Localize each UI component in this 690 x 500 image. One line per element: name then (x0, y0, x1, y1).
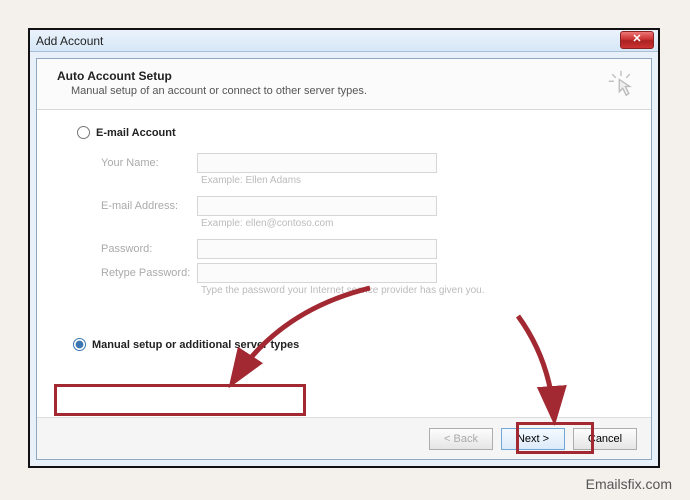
retype-label: Retype Password: (101, 267, 197, 279)
header-title: Auto Account Setup (57, 69, 635, 83)
email-label: E-mail Address: (101, 200, 197, 212)
cursor-icon (607, 69, 635, 97)
back-button: < Back (429, 428, 493, 450)
password-label: Password: (101, 243, 197, 255)
wizard-footer: < Back Next > Cancel (37, 417, 651, 459)
password-hint: Type the password your Internet service … (197, 285, 629, 296)
close-button[interactable]: ✕ (620, 31, 654, 49)
radio-email-input[interactable] (77, 126, 90, 139)
radio-manual-input[interactable] (73, 338, 86, 351)
titlebar: Add Account ✕ (30, 30, 658, 52)
header-subtitle: Manual setup of an account or connect to… (71, 85, 635, 97)
name-input (197, 153, 437, 173)
retype-input (197, 263, 437, 283)
email-input (197, 196, 437, 216)
password-input (197, 239, 437, 259)
window-title: Add Account (36, 34, 103, 48)
radio-email-account[interactable]: E-mail Account (77, 126, 629, 139)
wizard-header: Auto Account Setup Manual setup of an ac… (37, 59, 651, 110)
dialog-window: Add Account ✕ Auto Account Setup Manual … (28, 28, 660, 468)
radio-email-label: E-mail Account (96, 127, 176, 139)
email-form: Your Name: Example: Ellen Adams E-mail A… (101, 153, 629, 296)
wizard-body: E-mail Account Your Name: Example: Ellen… (37, 110, 651, 351)
radio-manual-setup[interactable]: Manual setup or additional server types (73, 338, 629, 351)
cancel-button[interactable]: Cancel (573, 428, 637, 450)
next-button[interactable]: Next > (501, 428, 565, 450)
name-example: Example: Ellen Adams (197, 175, 629, 186)
wizard-panel: Auto Account Setup Manual setup of an ac… (36, 58, 652, 460)
email-example: Example: ellen@contoso.com (197, 218, 629, 229)
name-label: Your Name: (101, 157, 197, 169)
radio-manual-label: Manual setup or additional server types (92, 339, 299, 351)
watermark: Emailsfix.com (586, 476, 672, 492)
